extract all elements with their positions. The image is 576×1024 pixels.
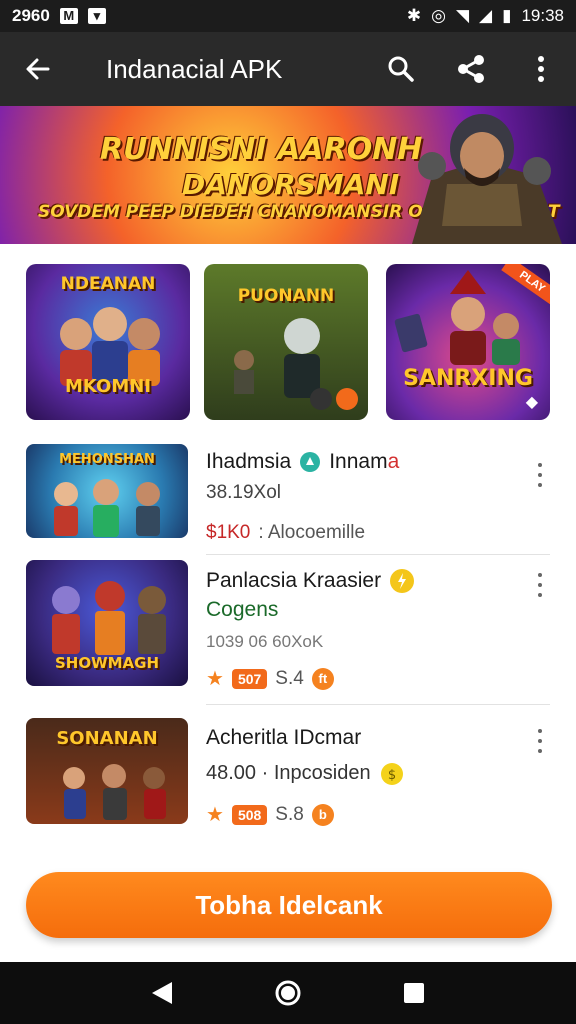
nav-home-icon[interactable] — [274, 979, 302, 1007]
verified-icon — [300, 452, 321, 472]
thumb-characters — [54, 479, 160, 537]
thumb-title: SHOWMAGH — [54, 654, 160, 672]
game-meta: $1K0 : Alocoemille — [206, 522, 399, 544]
page-title: Indanacial APK — [106, 53, 283, 84]
gmail-notification-icon: M — [59, 8, 78, 24]
rating-badge: 507 — [231, 668, 268, 689]
featured-games: NDEANAN MKOMNI PUONANN PLAY SANRXING ◆ — [0, 264, 576, 422]
game-meta: ★ 507 S.4 ft — [206, 666, 415, 691]
signal-icon: ◢ — [479, 6, 493, 25]
game-size-row: 48.00 · Inpcosiden $ — [206, 760, 405, 786]
game-name: Panlacsia Kraasier — [206, 568, 415, 594]
banner-hero-character — [412, 114, 562, 244]
featured-tile-1[interactable]: NDEANAN MKOMNI — [26, 264, 190, 420]
tile-badge-icons — [310, 388, 358, 410]
more-vertical-icon — [538, 56, 544, 82]
banner-headline: RUNNISNI AARONH — [100, 132, 423, 167]
tile-subtitle: MKOMNI — [64, 376, 152, 397]
divider — [206, 704, 550, 705]
game-stats: 1039 06 60XoK — [206, 632, 324, 651]
game-name-text: Panlacsia Kraasier — [206, 569, 382, 592]
featured-tile-3[interactable]: PLAY SANRXING ◆ — [386, 264, 550, 420]
game-name: Acheritla IDcmar — [206, 726, 362, 749]
back-button[interactable] — [0, 32, 76, 106]
featured-tile-2[interactable]: PUONANN — [204, 264, 368, 420]
thumb-characters — [63, 764, 166, 820]
app-bar: Indanacial APK — [0, 32, 576, 106]
game-info: Acheritla IDcmar 48.00 · Inpcosiden $ ★ … — [206, 726, 405, 827]
game-size: 38.19Xol — [206, 482, 282, 503]
search-icon — [388, 56, 414, 82]
arrow-left-icon — [26, 58, 50, 80]
game-category: : Alocoemille — [258, 522, 366, 543]
game-thumbnail: MEHONSHAN — [26, 444, 188, 538]
battery-icon: ▮ — [502, 6, 512, 25]
tile-title: SANRXING — [403, 366, 533, 391]
game-name-part: Ihadmsia — [206, 450, 292, 473]
item-more-button[interactable] — [530, 726, 550, 756]
star-icon: ★ — [206, 804, 224, 826]
game-thumbnail: SHOWMAGH — [26, 560, 188, 686]
system-navigation-bar — [0, 962, 576, 1024]
primary-action-button[interactable]: Tobha Idelcank — [26, 872, 552, 938]
message-notification-icon: ▾ — [87, 8, 106, 24]
game-name-part: Innama — [329, 450, 400, 473]
coin-icon: b — [311, 803, 334, 826]
promo-banner[interactable]: RUNNISNI AARONH DANORSMANI SOVDEM PEEP D… — [0, 106, 576, 244]
status-time-left: 2960 — [12, 6, 50, 25]
more-options-button[interactable] — [506, 32, 576, 106]
lightning-badge-icon — [390, 569, 415, 593]
game-developer: Cogens — [206, 598, 279, 621]
share-button[interactable] — [436, 32, 506, 106]
game-info: Ihadmsia Innama 38.19Xol $1K0 : Alocoemi… — [206, 450, 399, 544]
banner-subheadline: DANORSMANI — [182, 168, 400, 201]
wifi-icon: ◥ — [455, 6, 470, 25]
game-name: Ihadmsia Innama — [206, 450, 399, 474]
tile-play-icon: ◆ — [525, 394, 538, 411]
divider — [206, 554, 550, 555]
status-time-right: 19:38 — [521, 6, 564, 25]
status-bar: 2960 M ▾ ✱ ◎ ◥ ◢ ▮ 19:38 — [0, 0, 576, 32]
coin-bag-icon: $ — [380, 763, 403, 785]
rating-badge: 508 — [231, 804, 268, 825]
game-thumbnail: SONANAN — [26, 718, 188, 824]
coin-icon: ft — [311, 667, 334, 690]
star-icon: ★ — [206, 668, 224, 690]
game-meta: ★ 508 S.8 b — [206, 802, 405, 827]
alarm-icon: ◎ — [431, 6, 446, 25]
item-more-button[interactable] — [530, 460, 550, 490]
game-score: S.4 — [275, 667, 304, 689]
search-button[interactable] — [366, 32, 436, 106]
game-info: Panlacsia Kraasier Cogens 1039 06 60XoK … — [206, 568, 415, 691]
game-score: S.8 — [275, 803, 304, 825]
bluetooth-icon: ✱ — [406, 6, 422, 25]
item-more-button[interactable] — [530, 570, 550, 600]
nav-recents-icon[interactable] — [402, 981, 426, 1005]
game-size: 48.00 · Inpcosiden — [206, 761, 371, 784]
share-icon — [458, 55, 484, 83]
svg-text:$: $ — [387, 768, 395, 783]
game-price: $1K0 — [206, 522, 251, 543]
nav-back-icon[interactable] — [150, 980, 174, 1006]
